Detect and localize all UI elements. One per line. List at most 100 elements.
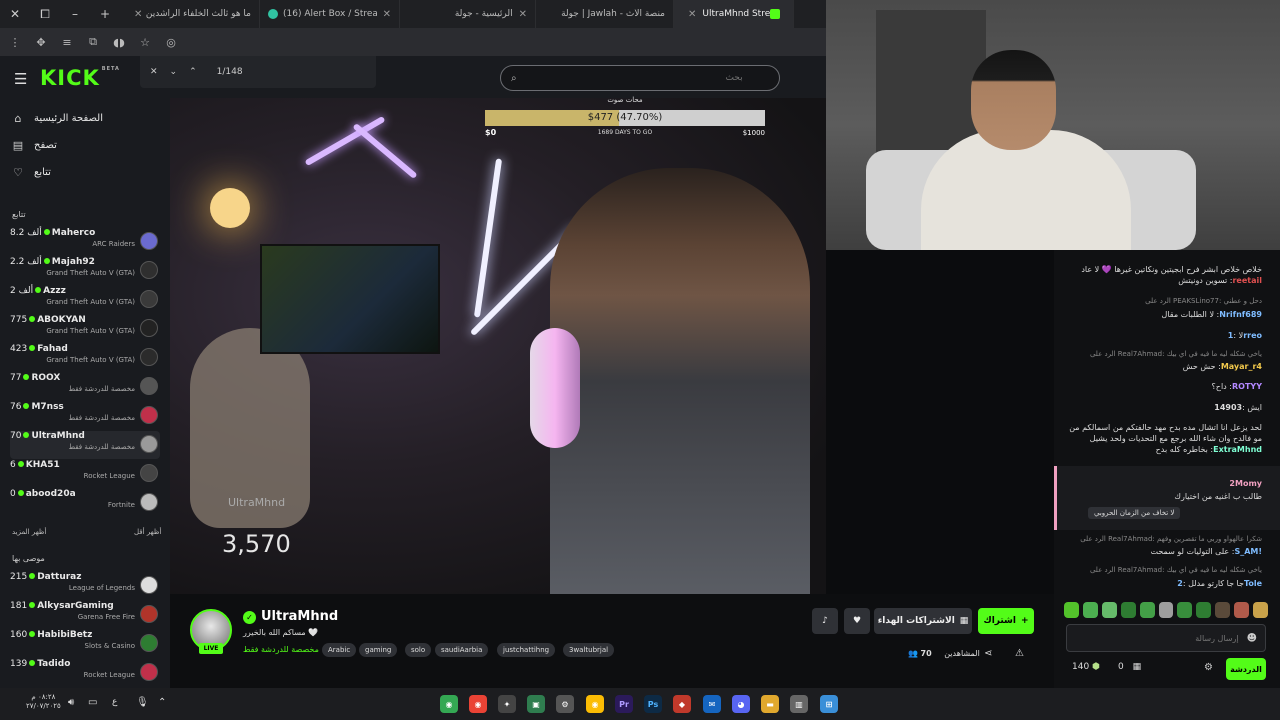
nav-browse[interactable]: ▤ تصفح: [12, 139, 57, 152]
channel-item-abokyan[interactable]: 775 ABOKYAN Grand Theft Auto V (GTA): [10, 315, 160, 343]
new-tab-icon[interactable]: +: [90, 0, 120, 28]
chat-username[interactable]: 14903: [1214, 403, 1242, 412]
audio-icon[interactable]: ◖◗: [110, 33, 128, 51]
emote-icon[interactable]: [1082, 602, 1098, 618]
channel-item-abood20a[interactable]: 0 abood20a Fortnite: [10, 489, 160, 517]
stream-tag[interactable]: solo: [405, 643, 432, 657]
channel-item-roox[interactable]: 77 ROOX مخصصة للدردشة فقط: [10, 373, 160, 401]
favorite-button[interactable]: ♥: [844, 608, 870, 634]
stream-tag[interactable]: 3waltubrjal: [563, 643, 615, 657]
emote-icon[interactable]: [1120, 602, 1136, 618]
close-tab-icon[interactable]: ✕: [383, 9, 391, 20]
chat-username[interactable]: Mayar_r4: [1221, 362, 1262, 371]
maximize-window-icon[interactable]: ⧠: [30, 0, 60, 28]
browser-tab[interactable]: جولة | Jawlah - منصة الأث: [536, 0, 674, 28]
emote-icon[interactable]: [1215, 602, 1231, 618]
browser-tab[interactable]: الرئيسية - جولة ✕: [400, 0, 536, 28]
volume-icon[interactable]: 🔊︎: [68, 697, 74, 708]
channel-item-azzz[interactable]: 2 ألف Azzz Grand Theft Auto V (GTA): [10, 286, 160, 314]
close-window-icon[interactable]: ✕: [0, 0, 30, 28]
stream-tag[interactable]: gaming: [359, 643, 398, 657]
notify-button[interactable]: ♪: [812, 608, 838, 634]
emote-icon[interactable]: [1158, 602, 1174, 618]
chat-username[interactable]: ROTYY: [1232, 382, 1262, 391]
screenshot-icon[interactable]: ⧉: [84, 33, 102, 51]
reading-list-icon[interactable]: ≡: [58, 33, 76, 51]
channel-item-fahad[interactable]: 423 Fahad Grand Theft Auto V (GTA): [10, 344, 160, 372]
menu-dots-icon[interactable]: ⋮: [6, 33, 24, 51]
chat-username[interactable]: reetail: [1232, 276, 1262, 285]
channel-item-habibibetz[interactable]: 160 HabibiBetz Slots & Casino: [10, 630, 160, 658]
app-icon[interactable]: ✦: [498, 695, 516, 713]
browser-tab[interactable]: ✕ ما هو ثالث الخلفاء الراشدين: [120, 0, 260, 28]
channel-item-alkysargaming[interactable]: 181 AlkysarGaming Garena Free Fire: [10, 601, 160, 629]
video-player[interactable]: [170, 98, 826, 594]
report-icon[interactable]: ⚠: [1015, 648, 1024, 659]
channel-item-majah92[interactable]: 2.2 ألف Majah92 Grand Theft Auto V (GTA): [10, 257, 160, 285]
subs-counter[interactable]: 0 ▦: [1118, 662, 1141, 672]
show-more-link[interactable]: أظهر المزيد: [12, 528, 46, 536]
site-info-icon[interactable]: ◎: [162, 33, 180, 51]
close-tab-icon[interactable]: ✕: [519, 9, 527, 20]
emote-icon[interactable]: [1253, 602, 1268, 618]
browser-tab[interactable]: (16) Alert Box / Streamlabs ✕: [260, 0, 400, 28]
highlight-username[interactable]: 2Momy: [1066, 478, 1262, 489]
emote-icon[interactable]: [1234, 602, 1250, 618]
microphone-icon[interactable]: 🎙︎: [136, 697, 149, 708]
gift-subs-button[interactable]: الاشتراكات الهداء ▦: [874, 608, 972, 634]
store-icon[interactable]: ▥: [790, 695, 808, 713]
share-icon[interactable]: ⋖: [984, 648, 992, 659]
chat-input-box[interactable]: ☻: [1066, 624, 1266, 652]
chat-username[interactable]: ExtraMhnd: [1213, 445, 1262, 454]
stream-tag[interactable]: saudiAarbia: [435, 643, 489, 657]
find-prev-icon[interactable]: ⌃: [189, 67, 197, 77]
bookmark-star-icon[interactable]: ☆: [136, 33, 154, 51]
emote-icon[interactable]: [1177, 602, 1193, 618]
taskbar-clock[interactable]: ٠٨:٢٨ م ٢٧/٠٧/٢٠٢٥: [26, 693, 61, 711]
browser-tab-active[interactable]: ✕ UltraMhnd Stream - W: [674, 0, 794, 28]
start-icon[interactable]: ⊞: [820, 695, 838, 713]
nav-home[interactable]: ⌂ الصفحة الرئيسية: [12, 112, 104, 125]
emote-icon[interactable]: [1196, 602, 1212, 618]
chat-username[interactable]: 1rreo: [1228, 331, 1262, 340]
find-next-icon[interactable]: ⌄: [170, 67, 178, 77]
stream-tag[interactable]: Arabic: [322, 643, 357, 657]
app-icon[interactable]: ◆: [673, 695, 691, 713]
kick-logo[interactable]: KICK BETA: [40, 66, 120, 90]
close-tab-icon[interactable]: ✕: [688, 9, 696, 20]
chrome-icon[interactable]: ◉: [440, 695, 458, 713]
minimize-window-icon[interactable]: –: [60, 0, 90, 28]
close-tab-icon[interactable]: ✕: [134, 9, 142, 20]
emote-icon[interactable]: [1064, 602, 1079, 618]
show-less-link[interactable]: أظهر أقل: [134, 528, 161, 536]
chrome-active-icon[interactable]: ◉: [469, 695, 487, 713]
premiere-icon[interactable]: Pr: [615, 695, 633, 713]
extension-icon[interactable]: ✥: [32, 33, 50, 51]
channel-points[interactable]: 140 ⬢: [1072, 662, 1100, 672]
nav-following[interactable]: ♡ تتابع: [12, 166, 51, 179]
settings-icon[interactable]: ⚙: [556, 695, 574, 713]
chat-username[interactable]: Nrifnf689: [1219, 310, 1262, 319]
network-icon[interactable]: ▭: [88, 697, 97, 708]
channel-item-m7nss[interactable]: 76 M7nss مخصصة للدردشة فقط: [10, 402, 160, 430]
emote-icon[interactable]: [1139, 602, 1155, 618]
emote-icon[interactable]: [1101, 602, 1117, 618]
search-box[interactable]: ⌕: [500, 65, 780, 91]
stream-category[interactable]: مخصصة للدردشة فقط: [243, 645, 319, 654]
hamburger-menu-icon[interactable]: ☰: [14, 70, 27, 88]
channel-item-maherco[interactable]: 8.2 ألف Maherco ARC Raiders: [10, 228, 160, 256]
channel-item-kha51[interactable]: 6 KHA51 Rocket League: [10, 460, 160, 488]
photoshop-icon[interactable]: Ps: [644, 695, 662, 713]
channel-item-tadido[interactable]: 139 Tadido Rocket League: [10, 659, 160, 687]
mail-icon[interactable]: ✉: [703, 695, 721, 713]
channel-name[interactable]: UltraMhnd: [261, 609, 338, 624]
discord-icon[interactable]: ◕: [732, 695, 750, 713]
chat-username[interactable]: S_AM!: [1234, 547, 1262, 556]
chat-settings-icon[interactable]: ⚙: [1204, 662, 1213, 673]
file-explorer-icon[interactable]: ▬: [761, 695, 779, 713]
close-find-icon[interactable]: ✕: [150, 67, 158, 77]
app-icon[interactable]: ▣: [527, 695, 545, 713]
search-input[interactable]: [522, 73, 743, 83]
channel-item-ultramhnd[interactable]: 70 UltraMhnd مخصصة للدردشة فقط: [10, 431, 160, 459]
tray-chevron-icon[interactable]: ⌃: [158, 697, 166, 708]
